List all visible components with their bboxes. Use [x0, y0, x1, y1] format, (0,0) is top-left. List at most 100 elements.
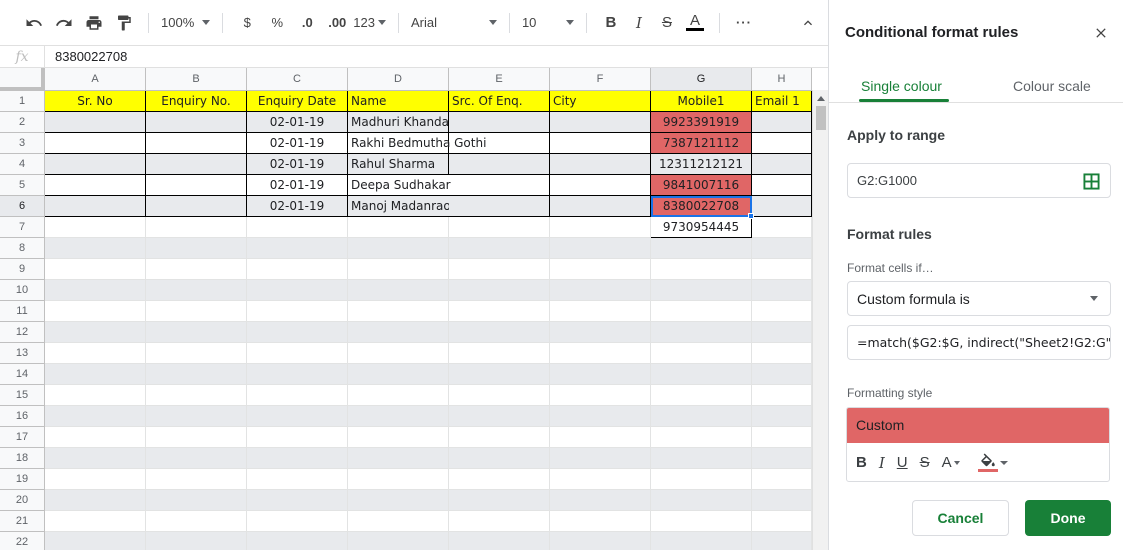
- table-cell[interactable]: [550, 322, 651, 343]
- table-cell[interactable]: [146, 490, 247, 511]
- style-underline-button[interactable]: U: [897, 454, 908, 471]
- table-cell[interactable]: [247, 427, 348, 448]
- percent-button[interactable]: %: [265, 9, 289, 37]
- table-cell[interactable]: [247, 259, 348, 280]
- header-cell[interactable]: Enquiry No.: [146, 91, 247, 112]
- table-cell[interactable]: [449, 448, 550, 469]
- table-cell[interactable]: [449, 280, 550, 301]
- table-cell[interactable]: Rakhi Bedmutha Gothi: [348, 133, 486, 154]
- style-text-color-button[interactable]: A: [942, 454, 960, 471]
- table-cell[interactable]: [247, 217, 348, 238]
- table-cell[interactable]: [752, 133, 812, 154]
- more-button[interactable]: ···: [732, 9, 756, 37]
- italic-button[interactable]: I: [627, 9, 651, 37]
- table-cell[interactable]: [550, 238, 651, 259]
- table-cell[interactable]: [651, 385, 752, 406]
- table-cell[interactable]: [651, 427, 752, 448]
- table-cell[interactable]: [348, 343, 449, 364]
- table-cell[interactable]: [146, 511, 247, 532]
- table-cell[interactable]: [348, 385, 449, 406]
- table-cell[interactable]: [752, 532, 812, 550]
- row-header[interactable]: 19: [0, 469, 45, 490]
- table-cell[interactable]: [146, 112, 247, 133]
- table-cell[interactable]: [45, 301, 146, 322]
- table-cell[interactable]: [651, 238, 752, 259]
- table-cell[interactable]: [449, 427, 550, 448]
- table-cell[interactable]: [146, 217, 247, 238]
- table-cell[interactable]: [752, 406, 812, 427]
- style-strikethrough-button[interactable]: S: [920, 454, 930, 471]
- header-cell[interactable]: Enquiry Date: [247, 91, 348, 112]
- table-cell[interactable]: [45, 427, 146, 448]
- header-cell[interactable]: City: [550, 91, 651, 112]
- tab-colour-scale[interactable]: Colour scale: [1013, 78, 1091, 94]
- table-cell[interactable]: [550, 133, 651, 154]
- table-cell[interactable]: [449, 469, 550, 490]
- table-cell[interactable]: [651, 322, 752, 343]
- table-cell[interactable]: 12311212121: [651, 154, 752, 175]
- table-cell[interactable]: [45, 280, 146, 301]
- table-cell[interactable]: [247, 511, 348, 532]
- row-header[interactable]: 9: [0, 259, 45, 280]
- table-cell[interactable]: [146, 343, 247, 364]
- table-cell[interactable]: [449, 238, 550, 259]
- table-cell[interactable]: [651, 406, 752, 427]
- table-cell[interactable]: [348, 301, 449, 322]
- table-cell[interactable]: [752, 238, 812, 259]
- table-cell[interactable]: [247, 469, 348, 490]
- table-cell[interactable]: [449, 217, 550, 238]
- row-header[interactable]: 7: [0, 217, 45, 238]
- table-cell[interactable]: [146, 133, 247, 154]
- table-cell[interactable]: [146, 427, 247, 448]
- table-cell[interactable]: [449, 196, 550, 217]
- header-cell[interactable]: Mobile1: [651, 91, 752, 112]
- done-button[interactable]: Done: [1025, 500, 1111, 536]
- table-cell[interactable]: [752, 343, 812, 364]
- table-cell[interactable]: [550, 259, 651, 280]
- style-italic-button[interactable]: I: [879, 454, 885, 472]
- table-cell[interactable]: [651, 259, 752, 280]
- table-cell[interactable]: [348, 364, 449, 385]
- table-cell[interactable]: [752, 322, 812, 343]
- table-cell[interactable]: [449, 301, 550, 322]
- table-cell[interactable]: [348, 511, 449, 532]
- row-header[interactable]: 14: [0, 364, 45, 385]
- table-cell[interactable]: [651, 343, 752, 364]
- table-cell[interactable]: [146, 448, 247, 469]
- table-cell[interactable]: [247, 448, 348, 469]
- print-icon[interactable]: [82, 9, 106, 37]
- table-cell[interactable]: [348, 322, 449, 343]
- row-header[interactable]: 2: [0, 112, 45, 133]
- table-cell[interactable]: [146, 364, 247, 385]
- select-all-corner[interactable]: [0, 68, 45, 91]
- table-cell[interactable]: [752, 112, 812, 133]
- table-cell[interactable]: Madhuri Khandagale: [348, 112, 475, 133]
- table-cell[interactable]: [45, 175, 146, 196]
- table-cell[interactable]: [550, 280, 651, 301]
- table-cell[interactable]: [348, 259, 449, 280]
- table-cell[interactable]: [752, 196, 812, 217]
- table-cell[interactable]: [449, 259, 550, 280]
- scroll-up-icon[interactable]: [817, 96, 825, 101]
- formula-input[interactable]: 8380022708: [45, 49, 127, 64]
- row-header[interactable]: 6: [0, 196, 45, 217]
- table-cell[interactable]: [45, 490, 146, 511]
- table-cell[interactable]: [45, 133, 146, 154]
- column-header-d[interactable]: D: [348, 68, 449, 91]
- row-header[interactable]: 11: [0, 301, 45, 322]
- row-header[interactable]: 17: [0, 427, 45, 448]
- paint-format-icon[interactable]: [112, 9, 136, 37]
- table-cell[interactable]: [449, 511, 550, 532]
- spreadsheet-grid[interactable]: ABCDEFGH 1 Sr. No Enquiry No. Enquiry Date N…: [0, 68, 828, 550]
- table-cell[interactable]: [550, 343, 651, 364]
- table-cell[interactable]: [752, 469, 812, 490]
- table-cell[interactable]: [752, 448, 812, 469]
- table-cell[interactable]: [348, 406, 449, 427]
- table-cell[interactable]: [247, 406, 348, 427]
- undo-icon[interactable]: [22, 9, 46, 37]
- table-cell[interactable]: [45, 217, 146, 238]
- table-cell[interactable]: [45, 532, 146, 550]
- table-cell[interactable]: [550, 154, 651, 175]
- table-cell[interactable]: [449, 133, 550, 154]
- table-cell[interactable]: [348, 448, 449, 469]
